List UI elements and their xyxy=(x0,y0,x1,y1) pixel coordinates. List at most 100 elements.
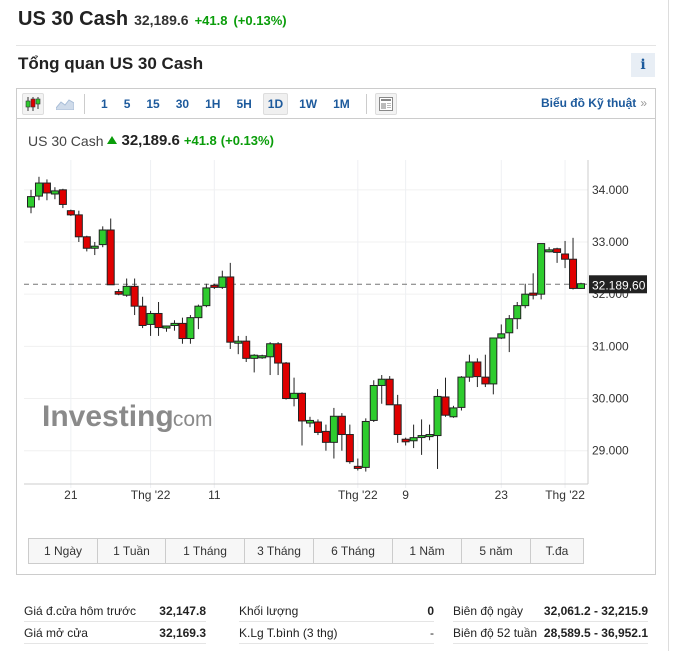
candle-down xyxy=(66,210,75,216)
range-button[interactable]: 1 Tháng xyxy=(166,539,245,563)
candle-up xyxy=(457,376,466,408)
candle-up xyxy=(361,420,370,468)
candle-up xyxy=(369,384,378,421)
candle-up xyxy=(250,354,259,359)
stat-volume: Khối lượng 0 xyxy=(239,600,434,622)
candle-up xyxy=(234,340,243,344)
y-tick-label: 29.000 xyxy=(592,444,629,458)
y-tick-label: 33.000 xyxy=(592,235,629,249)
candle-up xyxy=(433,395,442,437)
candle-down xyxy=(529,292,538,296)
candle-down xyxy=(178,322,187,340)
candle-up xyxy=(290,392,299,400)
stat-value: - xyxy=(430,626,434,640)
candle-down xyxy=(154,312,163,329)
stat-value: 28,589.5 - 36,952.1 xyxy=(543,626,648,640)
x-tick-label: Thg '22 xyxy=(131,488,171,502)
stat-value: 32,147.8 xyxy=(159,604,206,618)
candle-down xyxy=(393,404,402,436)
candle-up xyxy=(98,229,107,246)
candle-up xyxy=(545,249,554,253)
candle-down xyxy=(441,396,450,416)
y-tick-label: 31.000 xyxy=(592,339,629,353)
x-tick-label: 23 xyxy=(495,488,509,502)
candle-up xyxy=(409,437,418,442)
range-button[interactable]: 5 năm xyxy=(462,539,531,563)
x-tick-label: 21 xyxy=(64,488,78,502)
last-price-label: 32.189,60 xyxy=(592,278,646,292)
stat-value: 0 xyxy=(427,604,434,618)
candle-up xyxy=(90,245,99,249)
candle-up xyxy=(258,355,267,359)
stat-open: Giá mở cửa 32,169.3 xyxy=(24,622,206,644)
x-tick-label: 9 xyxy=(402,488,409,502)
candle-down xyxy=(385,378,394,406)
range-button[interactable]: 1 Tuần xyxy=(98,539,166,563)
stat-label: Biên độ 52 tuần xyxy=(453,626,538,640)
candle-down xyxy=(282,362,291,400)
candle-up xyxy=(218,276,227,288)
candle-down xyxy=(242,340,251,359)
candle-down xyxy=(337,415,346,436)
candle-up xyxy=(146,312,155,325)
stat-avg-volume: K.Lg T.bình (3 thg) - xyxy=(239,622,434,644)
y-tick-label: 34.000 xyxy=(592,183,629,197)
range-selector: 1 Ngày 1 Tuần 1 Tháng 3 Tháng 6 Tháng 1 Năm 5 … xyxy=(28,538,584,564)
candle-up xyxy=(377,378,386,386)
candle-up xyxy=(497,333,506,339)
x-tick-label: Thg '22 xyxy=(545,488,585,502)
candle-up xyxy=(50,190,59,195)
candlestick-chart[interactable]: 34.00033.00032.00031.00030.00029.00021 Th… xyxy=(0,0,684,540)
candle-down xyxy=(274,343,283,364)
y-tick-label: 30.000 xyxy=(592,392,629,406)
candle-down xyxy=(401,438,410,443)
candle-up xyxy=(489,337,498,385)
stat-label: Giá đ.cửa hôm trước xyxy=(24,604,136,618)
stat-prev-close: Giá đ.cửa hôm trước 32,147.8 xyxy=(24,600,206,622)
candle-up xyxy=(521,293,530,307)
range-button[interactable]: 1 Năm xyxy=(393,539,462,563)
x-tick-label: 11 xyxy=(208,488,221,502)
candle-down xyxy=(313,421,322,433)
candle-up xyxy=(122,285,131,296)
candle-up xyxy=(449,407,458,418)
candle-up xyxy=(170,322,179,326)
candle-up xyxy=(577,283,585,289)
candle-down xyxy=(561,253,570,260)
candle-up xyxy=(162,325,171,329)
candle-down xyxy=(74,214,83,238)
candle-up xyxy=(417,435,426,439)
candle-down xyxy=(321,430,330,443)
range-button[interactable]: 3 Tháng xyxy=(245,539,314,563)
candle-up xyxy=(465,361,474,378)
stat-52wk-range: Biên độ 52 tuần 28,589.5 - 36,952.1 xyxy=(453,622,648,644)
candle-down xyxy=(298,392,307,422)
candle-down xyxy=(553,248,562,253)
investing-logo-watermark-suffix: .com xyxy=(167,408,213,431)
stat-label: Giá mở cửa xyxy=(24,626,88,640)
candle-down xyxy=(210,284,219,288)
candle-up xyxy=(266,343,275,358)
range-button[interactable]: 1 Ngày xyxy=(29,539,98,563)
candle-down xyxy=(106,229,115,286)
candle-down xyxy=(473,361,482,378)
x-tick-label: Thg '22 xyxy=(338,488,378,502)
candle-up xyxy=(202,287,211,307)
candle-up xyxy=(34,182,43,197)
candle-down xyxy=(345,434,354,463)
stat-label: Khối lượng xyxy=(239,604,299,618)
candle-up xyxy=(194,305,203,319)
range-button[interactable]: T.đa xyxy=(531,539,583,563)
stat-day-range: Biên độ ngày 32,061.2 - 32,215.9 xyxy=(453,600,648,622)
range-button[interactable]: 6 Tháng xyxy=(314,539,393,563)
candle-down xyxy=(138,305,147,326)
candle-up xyxy=(513,305,522,320)
candle-down xyxy=(226,276,235,343)
stat-label: Biên độ ngày xyxy=(453,604,524,618)
candle-down xyxy=(114,291,123,295)
candle-down xyxy=(353,465,362,469)
candle-down xyxy=(569,258,578,289)
candle-up xyxy=(27,196,35,208)
candle-down xyxy=(42,182,51,194)
candle-down xyxy=(58,189,67,205)
